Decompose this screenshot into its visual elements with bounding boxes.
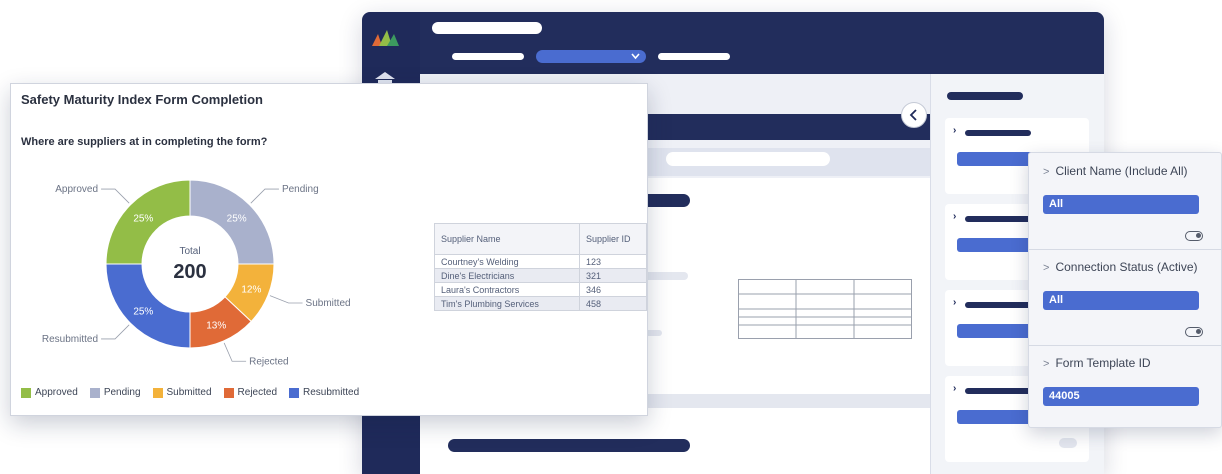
include-toggle[interactable] <box>1185 231 1203 241</box>
filter-select[interactable]: All <box>1043 291 1199 310</box>
callout-line <box>223 342 247 362</box>
include-toggle[interactable] <box>1185 327 1203 337</box>
slice-percent-label: 13% <box>206 321 226 332</box>
callout-line <box>250 188 279 204</box>
app-header <box>420 12 1104 74</box>
callout-line <box>101 324 130 340</box>
chevron-down-icon <box>631 53 640 60</box>
app-title-placeholder <box>432 22 542 34</box>
supplier-id: 321 <box>579 268 647 283</box>
divider <box>1029 345 1221 346</box>
donut-chart: 25% 12% 13% 25% 25% Pending Submitted Rejected… <box>42 179 351 367</box>
nav-item-placeholder[interactable] <box>452 53 524 60</box>
table-row[interactable]: Tim's Plumbing Services 458 <box>434 296 647 311</box>
table-row[interactable]: Dine's Electricians 321 <box>434 268 647 283</box>
slice-percent-label: 25% <box>133 307 153 318</box>
category-label: Rejected <box>249 356 288 367</box>
filter-header[interactable]: > Form Template ID <box>1043 353 1213 373</box>
legend-swatch <box>289 387 300 398</box>
supplier-id: 346 <box>579 282 647 297</box>
slice-percent-label: 25% <box>133 213 153 224</box>
legend-swatch <box>89 387 100 398</box>
nav-item-placeholder[interactable] <box>658 53 730 60</box>
legend-swatch <box>223 387 234 398</box>
category-label: Resubmitted <box>42 334 98 345</box>
chart-legend: Approved Pending Submitted Rejected Resubmit… <box>21 387 359 398</box>
placeholder-grid <box>738 279 912 339</box>
report-title: Safety Maturity Index Form Completion <box>21 92 263 107</box>
chevron-right-icon: › <box>953 125 957 136</box>
label-placeholder <box>965 216 1031 222</box>
legend-item[interactable]: Submitted <box>152 387 212 398</box>
column-header[interactable]: Supplier Name <box>434 223 580 255</box>
legend-label: Rejected <box>237 387 278 398</box>
legend-label: Approved <box>35 387 78 398</box>
supplier-table: Supplier Name Supplier ID Courtney's Wel… <box>434 223 647 311</box>
legend-label: Submitted <box>166 387 212 398</box>
legend-swatch <box>152 387 163 398</box>
legend-swatch <box>21 387 31 398</box>
legend-item[interactable]: Resubmitted <box>289 387 359 398</box>
filter-select[interactable]: 44005 <box>1043 387 1199 406</box>
label-placeholder <box>965 388 1031 394</box>
report-card: Safety Maturity Index Form Completion Wh… <box>10 83 648 416</box>
filter-header[interactable]: > Client Name (Include All) <box>1043 161 1213 181</box>
filter-panel: > Client Name (Include All) All > Connecti… <box>1028 152 1222 428</box>
collapse-button[interactable] <box>901 102 927 128</box>
toggle-switch[interactable] <box>1059 438 1077 448</box>
table-row[interactable]: Courtney's Welding 123 <box>434 254 647 269</box>
category-label: Submitted <box>306 298 351 309</box>
supplier-name: Tim's Plumbing Services <box>434 296 580 311</box>
label-placeholder <box>965 130 1031 136</box>
footer-placeholder <box>448 439 690 452</box>
category-label: Approved <box>55 184 98 195</box>
legend-label: Resubmitted <box>303 387 360 398</box>
callout-line <box>269 295 303 304</box>
chevron-right-icon: > <box>1043 262 1050 274</box>
callout-line <box>101 188 130 204</box>
filter-select[interactable]: All <box>1043 195 1199 214</box>
slice-percent-label: 12% <box>241 284 261 295</box>
filter-label: Connection Status (Active) <box>1055 260 1198 274</box>
column-header[interactable]: Supplier ID <box>579 223 647 255</box>
chevron-right-icon: > <box>1043 358 1050 370</box>
chevron-right-icon: › <box>953 297 957 308</box>
legend-item[interactable]: Approved <box>21 387 78 398</box>
search-placeholder[interactable] <box>666 152 830 166</box>
label-placeholder <box>965 302 1031 308</box>
chevron-right-icon: › <box>953 383 957 394</box>
legend-item[interactable]: Rejected <box>223 387 278 398</box>
filter-connection-status: > Connection Status (Active) All <box>1043 257 1213 337</box>
table-row[interactable]: Laura's Contractors 346 <box>434 282 647 297</box>
total-value: 200 <box>173 261 206 283</box>
panel-heading-placeholder <box>947 92 1023 100</box>
legend-label: Pending <box>103 387 141 398</box>
filter-client-name: > Client Name (Include All) All <box>1043 161 1213 241</box>
divider <box>1029 249 1221 250</box>
category-label: Pending <box>282 184 319 195</box>
legend-item[interactable]: Pending <box>89 387 141 398</box>
table-header-row: Supplier Name Supplier ID <box>434 223 647 255</box>
chevron-left-icon <box>909 109 917 121</box>
supplier-id: 458 <box>579 296 647 311</box>
brand-logo-icon <box>372 30 399 46</box>
filter-form-template: > Form Template ID 44005 <box>1043 353 1213 406</box>
chevron-right-icon: > <box>1043 166 1050 178</box>
chevron-right-icon: › <box>953 211 957 222</box>
nav-dropdown[interactable] <box>536 50 646 63</box>
supplier-name: Courtney's Welding <box>434 254 580 269</box>
supplier-name: Laura's Contractors <box>434 282 580 297</box>
filter-header[interactable]: > Connection Status (Active) <box>1043 257 1213 277</box>
supplier-name: Dine's Electricians <box>434 268 580 283</box>
total-label: Total <box>179 246 200 257</box>
filter-label: Client Name (Include All) <box>1055 164 1188 178</box>
supplier-id: 123 <box>579 254 647 269</box>
slice-percent-label: 25% <box>227 213 247 224</box>
filter-label: Form Template ID <box>1055 356 1151 370</box>
